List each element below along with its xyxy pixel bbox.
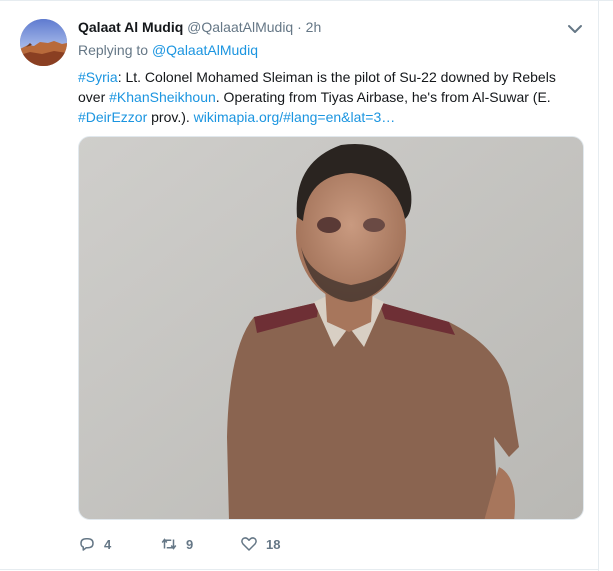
timestamp[interactable]: 2h <box>306 19 322 35</box>
heart-icon <box>241 537 257 551</box>
external-link[interactable]: wikimapia.org/#lang=en&lat=3… <box>194 109 396 125</box>
tweet-card[interactable]: Qalaat Al Mudiq @QalaatAlMudiq · 2h Repl… <box>0 0 613 571</box>
retweet-icon <box>161 538 177 550</box>
retweet-button[interactable]: 9 <box>160 534 193 554</box>
replying-label: Replying to <box>78 42 149 58</box>
tweet-text: #Syria: Lt. Colonel Mohamed Sleiman is t… <box>78 67 584 127</box>
hashtag-link[interactable]: #KhanSheikhoun <box>109 89 216 105</box>
retweet-count: 9 <box>186 536 194 552</box>
replying-to-link[interactable]: @QalaatAlMudiq <box>152 42 258 58</box>
reply-icon <box>80 538 94 551</box>
like-count: 18 <box>266 536 281 552</box>
photo-image <box>79 137 583 519</box>
avatar-image <box>20 19 67 66</box>
replying-to-line: Replying to @QalaatAlMudiq <box>78 41 258 60</box>
tweet-text-part: . Operating from Tiyas Airbase, he's fro… <box>215 89 551 105</box>
hashtag-link[interactable]: #Syria <box>78 69 118 85</box>
tweet-text-part: prov.). <box>147 109 194 125</box>
divider <box>598 0 599 571</box>
author-name[interactable]: Qalaat Al Mudiq <box>78 19 183 35</box>
avatar[interactable] <box>20 19 67 66</box>
chevron-down-icon[interactable] <box>566 20 584 38</box>
hashtag-link[interactable]: #DeirEzzor <box>78 109 147 125</box>
like-button[interactable]: 18 <box>240 534 280 554</box>
divider <box>0 0 613 1</box>
author-handle[interactable]: @QalaatAlMudiq <box>187 19 293 35</box>
tweet-photo[interactable] <box>78 136 584 520</box>
reply-count: 4 <box>104 536 112 552</box>
reply-button[interactable]: 4 <box>78 534 111 554</box>
divider <box>0 569 599 570</box>
tweet-header: Qalaat Al Mudiq @QalaatAlMudiq · 2h <box>78 18 558 37</box>
separator: · <box>297 19 302 35</box>
